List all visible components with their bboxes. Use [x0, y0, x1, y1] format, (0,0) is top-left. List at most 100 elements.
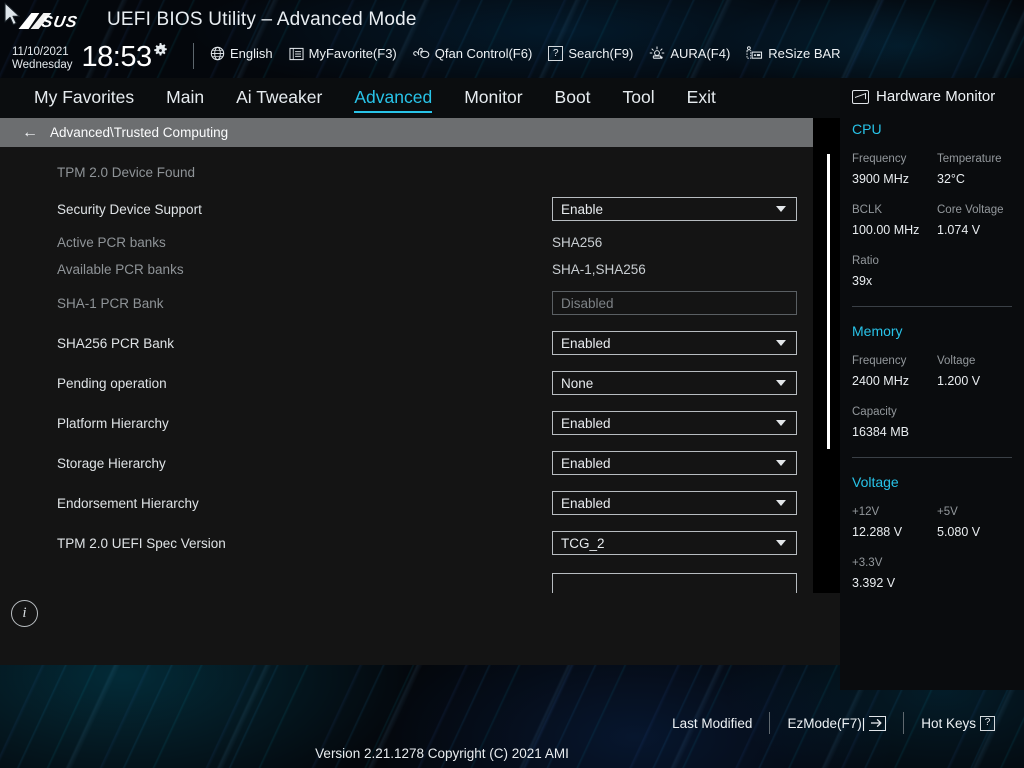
qfan-control-label: Qfan Control(F6) [434, 46, 533, 61]
hw-val-mem-frequency: 2400 MHz [852, 374, 909, 388]
hw-val-core-voltage: 1.074 V [937, 223, 981, 237]
setting-row-security-device-support: Security Device Support Enable [0, 189, 813, 229]
hw-divider [852, 457, 1012, 458]
tab-my-favorites[interactable]: My Favorites [34, 87, 134, 110]
setting-row-tpm-device-found: TPM 2.0 Device Found [0, 155, 813, 189]
hw-section-cpu: CPU Frequency Temperature 3900 MHz 32°C … [852, 121, 1012, 292]
chevron-down-icon [776, 420, 786, 426]
tab-monitor[interactable]: Monitor [464, 87, 522, 110]
last-modified-button[interactable]: Last Modified [655, 716, 769, 731]
tab-main[interactable]: Main [166, 87, 204, 110]
settings-scrollbar-thumb[interactable] [827, 154, 830, 449]
info-strip: i [0, 593, 840, 665]
tab-tool[interactable]: Tool [623, 87, 655, 110]
svg-text:SUS: SUS [40, 13, 79, 31]
setting-label: Available PCR banks [57, 262, 184, 277]
hw-key-core-voltage: Core Voltage [937, 204, 1004, 216]
breadcrumb-path: Advanced\Trusted Computing [50, 125, 229, 140]
platform-hierarchy-dropdown[interactable]: Enabled [552, 411, 797, 435]
setting-row-pending-operation: Pending operation None [0, 363, 813, 403]
setting-row-platform-hierarchy: Platform Hierarchy Enabled [0, 403, 813, 443]
resize-bar-button[interactable]: ReSize BAR [746, 46, 841, 61]
header-bar: SUS UEFI BIOS Utility – Advanced Mode 11… [0, 0, 1024, 78]
setting-label: Storage Hierarchy [57, 455, 166, 471]
dropdown-value: Enabled [561, 495, 611, 511]
dropdown-value: Enable [561, 201, 604, 217]
hw-val-temperature: 32°C [937, 172, 965, 186]
back-arrow-icon[interactable]: ← [22, 124, 38, 141]
gear-icon[interactable] [153, 42, 168, 62]
setting-label: Pending operation [57, 375, 167, 391]
dropdown-value: Enabled [561, 415, 611, 431]
hw-val-frequency: 3900 MHz [852, 172, 909, 186]
setting-value: SHA256 [552, 235, 603, 250]
hw-val-ratio: 39x [852, 274, 873, 288]
dropdown-value: TCG_2 [561, 535, 605, 551]
setting-label: Platform Hierarchy [57, 415, 169, 431]
dropdown-value: None [561, 375, 594, 391]
hw-val-bclk: 100.00 MHz [852, 223, 920, 237]
hw-section-memory: Memory Frequency Voltage 2400 MHz 1.200 … [852, 323, 1012, 443]
setting-label: Active PCR banks [57, 235, 166, 250]
settings-viewport: TPM 2.0 Device Found Security Device Sup… [0, 147, 813, 593]
hw-key-temperature: Temperature [937, 153, 1002, 165]
sha1-pcr-bank-dropdown: Disabled [552, 291, 797, 315]
footer-links: Last Modified EzMode(F7)| Hot Keys ? [655, 712, 1012, 734]
next-dropdown-partial[interactable] [552, 573, 797, 593]
tab-exit[interactable]: Exit [687, 87, 716, 110]
setting-label: TPM 2.0 Device Found [57, 164, 196, 180]
myfavorite-label: MyFavorite(F3) [308, 46, 397, 61]
hw-key-mem-frequency: Frequency [852, 355, 907, 367]
resize-bar-icon [746, 46, 763, 61]
search-button[interactable]: ? Search(F9) [548, 46, 633, 61]
hotkeys-label: Hot Keys [921, 715, 976, 731]
arrow-into-box-icon [869, 715, 887, 731]
dropdown-value: Enabled [561, 455, 611, 471]
storage-hierarchy-dropdown[interactable]: Enabled [552, 451, 797, 475]
chevron-down-icon [776, 460, 786, 466]
ezmode-button[interactable]: EzMode(F7)| [770, 715, 903, 731]
info-icon[interactable]: i [11, 600, 38, 627]
chevron-down-icon [776, 500, 786, 506]
hw-key-bclk: BCLK [852, 204, 883, 216]
setting-row-endorsement-hierarchy: Endorsement Hierarchy Enabled [0, 483, 813, 523]
setting-row-active-pcr-banks: Active PCR banks SHA256 [0, 229, 813, 256]
question-box-icon: ? [548, 46, 564, 61]
tpm-uefi-spec-version-dropdown[interactable]: TCG_2 [552, 531, 797, 555]
last-modified-label: Last Modified [672, 715, 753, 731]
setting-label: Security Device Support [57, 201, 202, 217]
version-text: Version 2.21.1278 Copyright (C) 2021 AMI [315, 746, 569, 761]
tab-advanced[interactable]: Advanced [354, 87, 432, 113]
header-divider [193, 43, 194, 69]
app-title: UEFI BIOS Utility – Advanced Mode [107, 9, 417, 30]
setting-row-sha256-pcr-bank: SHA256 PCR Bank Enabled [0, 323, 813, 363]
hw-key-33v: +3.3V [852, 557, 883, 569]
hw-section-title: Voltage [852, 474, 899, 490]
language-label: English [230, 46, 273, 61]
qfan-control-button[interactable]: Qfan Control(F6) [412, 46, 533, 61]
resize-bar-label: ReSize BAR [768, 46, 841, 61]
chevron-down-icon [776, 540, 786, 546]
security-device-support-dropdown[interactable]: Enable [552, 197, 797, 221]
globe-icon [210, 46, 225, 61]
sha256-pcr-bank-dropdown[interactable]: Enabled [552, 331, 797, 355]
hw-key-capacity: Capacity [852, 406, 897, 418]
language-button[interactable]: English [210, 46, 273, 61]
pending-operation-dropdown[interactable]: None [552, 371, 797, 395]
settings-list: TPM 2.0 Device Found Security Device Sup… [0, 147, 813, 593]
hw-key-12v: +12V [852, 506, 880, 518]
dropdown-value: Disabled [561, 295, 614, 311]
tab-ai-tweaker[interactable]: Ai Tweaker [236, 87, 322, 110]
endorsement-hierarchy-dropdown[interactable]: Enabled [552, 491, 797, 515]
hardware-monitor-panel: Hardware Monitor CPU Frequency Temperatu… [840, 78, 1024, 690]
hotkeys-button[interactable]: Hot Keys ? [904, 715, 1012, 731]
asus-logo: SUS [14, 8, 97, 34]
tab-boot[interactable]: Boot [555, 87, 591, 110]
hw-val-mem-voltage: 1.200 V [937, 374, 981, 388]
aura-button[interactable]: AURA(F4) [649, 46, 730, 61]
search-label: Search(F9) [568, 46, 634, 61]
hardware-monitor-title: Hardware Monitor [852, 88, 1012, 105]
breadcrumb[interactable]: ← Advanced\Trusted Computing [0, 118, 813, 147]
fan-icon [412, 46, 430, 61]
myfavorite-button[interactable]: MyFavorite(F3) [289, 46, 397, 61]
